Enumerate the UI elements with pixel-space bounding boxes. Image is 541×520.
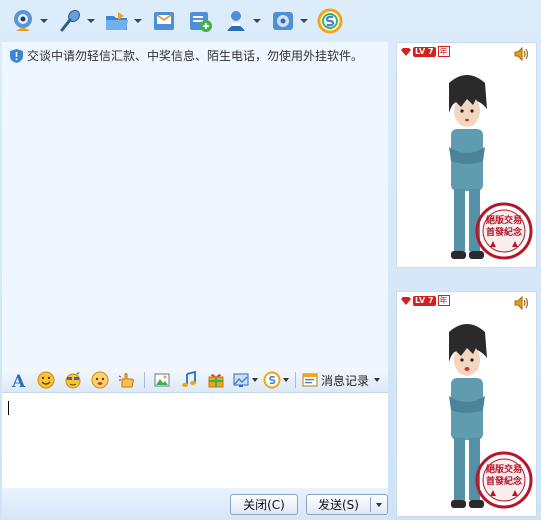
svg-text:A: A — [11, 372, 26, 389]
video-call-button[interactable] — [6, 4, 51, 38]
close-button-label: 关闭(C) — [243, 498, 285, 512]
send-file-button[interactable] — [100, 4, 145, 38]
chevron-down-icon — [252, 378, 258, 382]
diamond-icon — [401, 296, 411, 305]
send-button[interactable]: 发送(S) — [306, 494, 388, 515]
gift-button[interactable] — [203, 369, 229, 391]
soso-icon — [263, 371, 281, 389]
screenshot-button[interactable] — [230, 369, 260, 391]
chevron-down-icon — [374, 378, 381, 382]
folder-icon — [103, 7, 131, 35]
scrawl-button[interactable] — [87, 369, 113, 391]
webcam-icon — [9, 7, 37, 35]
security-notice-text: 交谈中请勿轻信汇款、中奖信息、陌生电话，勿使用外挂软件。 — [27, 49, 364, 63]
limited-edition-stamp: 絕版交易 首發紀念 — [474, 201, 534, 261]
toolbar-divider — [144, 372, 145, 388]
shake-icon — [118, 373, 134, 388]
chevron-down-icon — [134, 19, 142, 23]
security-notice: 交谈中请勿轻信汇款、中奖信息、陌生电话，勿使用外挂软件。 — [10, 47, 363, 64]
gift-icon — [208, 374, 224, 388]
microphone-icon — [56, 7, 84, 35]
stamp-text: 絕版交易 首發紀念 — [485, 465, 522, 487]
shake-button[interactable] — [114, 369, 140, 391]
speaker-icon[interactable] — [514, 47, 530, 61]
send-button-label: 发送(S) — [318, 498, 359, 512]
settings-button[interactable] — [266, 4, 311, 38]
add-group-icon — [186, 7, 214, 35]
create-discussion-button[interactable] — [183, 4, 217, 38]
shield-icon — [10, 48, 23, 63]
chat-toolbar — [0, 0, 541, 42]
speaker-icon[interactable] — [514, 296, 530, 310]
diamond-icon — [401, 47, 411, 56]
screenshot-icon — [233, 373, 249, 387]
my-show-panel[interactable]: LV 7 年 絕版交易 首發紀念 — [396, 42, 537, 268]
year-badge: 年 — [437, 295, 450, 306]
font-icon: A — [11, 372, 26, 389]
toolbar-divider — [295, 372, 296, 388]
scrawl-icon — [91, 371, 109, 389]
music-icon — [182, 371, 196, 387]
chevron-down-icon — [300, 19, 308, 23]
message-history-button[interactable]: 消息记录 — [300, 372, 382, 389]
level-badge: LV 7 — [413, 295, 436, 306]
close-button[interactable]: 关闭(C) — [230, 494, 298, 515]
font-button[interactable]: A — [6, 369, 32, 391]
send-mail-button[interactable] — [147, 4, 181, 38]
soso-face-button[interactable] — [261, 369, 291, 391]
chevron-down-icon — [283, 378, 289, 382]
soso-icon — [316, 7, 344, 35]
chevron-down-icon — [87, 19, 95, 23]
send-options-dropdown[interactable] — [371, 502, 387, 507]
voice-call-button[interactable] — [53, 4, 98, 38]
format-toolbar: A 消息记录 — [2, 368, 388, 392]
stamp-text: 絕版交易 首發紀念 — [485, 216, 522, 238]
message-history-label: 消息记录 — [321, 373, 370, 388]
show-header: LV 7 年 — [401, 46, 450, 57]
magic-face-button[interactable] — [60, 369, 86, 391]
message-input[interactable] — [2, 392, 388, 488]
limited-edition-stamp: 絕版交易 首發紀念 — [474, 450, 534, 510]
history-icon — [302, 373, 318, 387]
level-badge: LV 7 — [413, 46, 436, 57]
mail-icon — [150, 7, 178, 35]
show-header: LV 7 年 — [401, 295, 450, 306]
send-image-button[interactable] — [149, 369, 175, 391]
smiley-icon — [37, 371, 55, 389]
soso-search-button[interactable] — [313, 4, 347, 38]
chevron-down-icon — [376, 502, 382, 507]
message-display[interactable]: 交谈中请勿轻信汇款、中奖信息、陌生电话，勿使用外挂软件。 — [2, 42, 388, 368]
image-icon — [154, 373, 170, 387]
app-button[interactable] — [219, 4, 264, 38]
bottom-bar: 关闭(C) 发送(S) — [2, 488, 388, 520]
friend-show-panel[interactable]: LV 7 年 絕版交易 首發紀念 — [396, 291, 537, 517]
people-icon — [222, 7, 250, 35]
text-caret — [8, 401, 9, 415]
gear-icon — [269, 7, 297, 35]
emoticon-button[interactable] — [33, 369, 59, 391]
chevron-down-icon — [253, 19, 261, 23]
music-button[interactable] — [176, 369, 202, 391]
chevron-down-icon — [40, 19, 48, 23]
magic-face-icon — [65, 372, 81, 389]
year-badge: 年 — [437, 46, 450, 57]
